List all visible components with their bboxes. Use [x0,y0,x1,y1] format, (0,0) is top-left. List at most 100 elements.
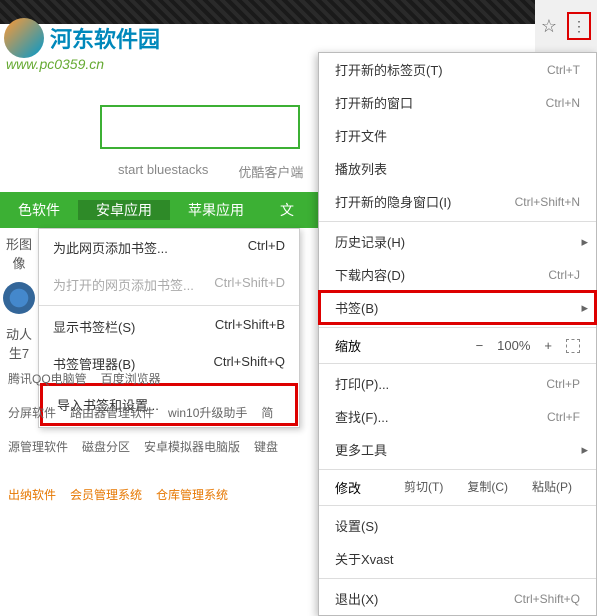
menu-downloads[interactable]: 下载内容(D)Ctrl+J [319,258,596,291]
shortcut: Ctrl+Shift+D [214,275,285,294]
tag[interactable]: 仓库管理系统 [156,486,228,503]
tag-row: 腾讯QQ电脑管 百度浏览器 [0,370,320,387]
category-nav: 色软件 安卓应用 苹果应用 文 [0,192,320,228]
tag[interactable]: win10升级助手 [168,404,247,421]
star-icon[interactable]: ☆ [541,16,557,37]
label: 更多工具 [335,440,387,459]
nav-item[interactable]: 色软件 [0,200,78,220]
menu-bookmarks[interactable]: 书签(B) ▸ [319,291,596,324]
label: 打印(P)... [335,374,389,393]
label: 修改 [335,478,388,497]
shortcut: Ctrl+Shift+B [215,317,285,336]
toolbar-right: ☆ ⋮ [535,0,597,52]
site-logo: 河东软件园 [4,18,160,58]
tag[interactable]: 键盘 [254,438,278,455]
zoom-out-button[interactable]: − [476,338,484,353]
menu-open-file[interactable]: 打开文件 [319,119,596,152]
label: 为此网页添加书签... [53,238,168,257]
main-menu-button[interactable]: ⋮ [567,12,591,40]
tag-row: 源管理软件 磁盘分区 安卓模拟器电脑版 键盘 [0,438,320,455]
shortcut: Ctrl+D [248,238,285,257]
tag[interactable]: 源管理软件 [8,438,68,455]
shortcut: Ctrl+P [546,377,580,391]
label: 缩放 [335,336,466,355]
cut-button[interactable]: 剪切(T) [396,478,451,497]
nav-item[interactable]: 苹果应用 [170,200,262,220]
menu-find[interactable]: 查找(F)... Ctrl+F [319,400,596,433]
tag[interactable]: 路由器管理软件 [70,404,154,421]
label: 显示书签栏(S) [53,317,135,336]
label: 打开新的隐身窗口(I) [335,192,451,211]
tag-row: 分屏软件 路由器管理软件 win10升级助手 简 [0,404,320,421]
menu-settings[interactable]: 设置(S) [319,509,596,542]
nav-item[interactable]: 安卓应用 [78,200,170,220]
separator [319,505,596,506]
label: 打开文件 [335,126,387,145]
menu-incognito[interactable]: 打开新的隐身窗口(I)Ctrl+Shift+N [319,185,596,218]
tag[interactable]: 磁盘分区 [82,438,130,455]
gear-icon[interactable] [3,282,35,314]
shortcut: Ctrl+Shift+Q [514,592,580,606]
copy-button[interactable]: 复制(C) [459,478,516,497]
menu-playlist[interactable]: 播放列表 [319,152,596,185]
tag[interactable]: 百度浏览器 [101,370,161,387]
label: 下载内容(D) [335,265,405,284]
tag-row: 出纳软件 会员管理系统 仓库管理系统 [0,486,320,503]
fullscreen-icon[interactable] [566,339,580,353]
left-column: 形图像 动人生7 [0,228,38,368]
suggestion[interactable]: 优酷客户端 [238,162,303,181]
menu-about[interactable]: 关于Xvast [319,542,596,575]
tag[interactable]: 腾讯QQ电脑管 [8,370,87,387]
zoom-value: 100% [497,338,530,353]
label: 为打开的网页添加书签... [53,275,194,294]
suggestion[interactable]: start bluestacks [118,162,208,181]
menu-tools[interactable]: 更多工具 ▸ [319,433,596,466]
shortcut: Ctrl+N [546,96,580,110]
tag[interactable]: 简 [261,404,273,421]
separator [319,578,596,579]
label: 书签(B) [335,298,378,317]
site-url: www.pc0359.cn [6,56,104,72]
shortcut: Ctrl+F [547,410,580,424]
menu-zoom: 缩放 − 100% + [319,331,596,360]
tag[interactable]: 出纳软件 [8,486,56,503]
nav-item[interactable]: 文 [262,200,312,220]
submenu-add-open-bookmark: 为打开的网页添加书签... Ctrl+Shift+D [39,266,299,303]
zoom-controls: − 100% + [476,338,580,353]
separator [319,327,596,328]
search-input[interactable] [100,105,300,149]
menu-history[interactable]: 历史记录(H) ▸ [319,225,596,258]
main-menu: 打开新的标签页(T)Ctrl+T 打开新的窗口Ctrl+N 打开文件 播放列表 … [318,52,597,616]
menu-print[interactable]: 打印(P)... Ctrl+P [319,367,596,400]
label: 退出(X) [335,589,378,608]
left-label: 形图像 [0,228,38,278]
label: 关于Xvast [335,549,394,568]
tag[interactable]: 安卓模拟器电脑版 [144,438,240,455]
shortcut: Ctrl+T [547,63,580,77]
separator [319,363,596,364]
label: 打开新的标签页(T) [335,60,443,79]
menu-new-tab[interactable]: 打开新的标签页(T) Ctrl+T [319,53,596,86]
chevron-right-icon: ▸ [581,234,588,250]
label: 打开新的窗口 [335,93,413,112]
menu-edit-row: 修改 剪切(T) 复制(C) 粘贴(P) [319,473,596,502]
submenu-add-bookmark[interactable]: 为此网页添加书签... Ctrl+D [39,229,299,266]
search-suggestions: start bluestacks 优酷客户端 [118,162,303,181]
tag[interactable]: 分屏软件 [8,404,56,421]
left-label: 动人生7 [0,318,38,368]
tag[interactable]: 会员管理系统 [70,486,142,503]
paste-button[interactable]: 粘贴(P) [524,478,580,497]
separator [319,221,596,222]
label: 播放列表 [335,159,387,178]
zoom-in-button[interactable]: + [544,338,552,353]
label: 设置(S) [335,516,378,535]
bookmarks-submenu: 为此网页添加书签... Ctrl+D 为打开的网页添加书签... Ctrl+Sh… [38,228,300,428]
menu-exit[interactable]: 退出(X) Ctrl+Shift+Q [319,582,596,615]
logo-text: 河东软件园 [50,22,160,54]
label: 历史记录(H) [335,232,405,251]
chevron-right-icon: ▸ [581,300,588,316]
label: 查找(F)... [335,407,388,426]
menu-new-window[interactable]: 打开新的窗口 Ctrl+N [319,86,596,119]
submenu-show-bar[interactable]: 显示书签栏(S) Ctrl+Shift+B [39,308,299,345]
chevron-right-icon: ▸ [581,442,588,458]
